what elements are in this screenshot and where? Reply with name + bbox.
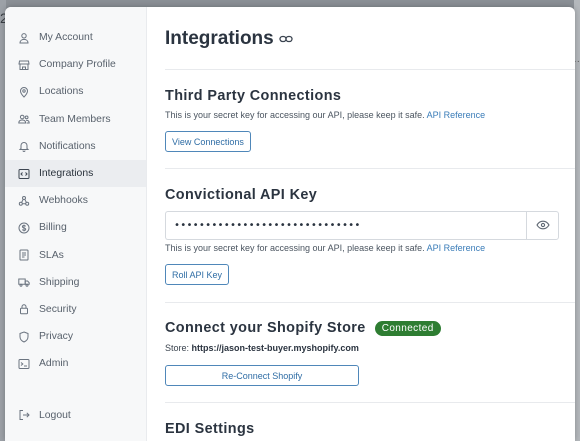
sidebar-item-integrations[interactable]: Integrations	[5, 159, 146, 188]
third-party-help-text: This is your secret key for accessing ou…	[165, 110, 425, 120]
document-icon	[17, 248, 31, 262]
sidebar-item-security[interactable]: Security	[5, 296, 146, 323]
shopify-section: Connect your Shopify Store Connected Sto…	[165, 303, 575, 386]
bell-icon	[17, 139, 31, 153]
reveal-key-button[interactable]	[526, 211, 559, 240]
view-connections-button[interactable]: View Connections	[165, 131, 251, 152]
sidebar-item-company-profile[interactable]: Company Profile	[5, 51, 146, 78]
logout-label: Logout	[39, 409, 71, 421]
edi-title: EDI Settings	[165, 421, 255, 437]
sidebar-item-label: Admin	[39, 358, 69, 370]
sidebar-item-locations[interactable]: Locations	[5, 78, 146, 105]
sidebar-item-label: My Account	[39, 32, 93, 44]
sidebar-item-label: Team Members	[39, 113, 111, 125]
sidebar-item-my-account[interactable]: My Account	[5, 24, 146, 51]
sidebar-item-privacy[interactable]: Privacy	[5, 323, 146, 350]
code-icon	[17, 167, 31, 181]
sidebar-item-admin[interactable]: Admin	[5, 350, 146, 377]
sidebar-item-team-members[interactable]: Team Members	[5, 106, 146, 133]
edi-section: EDI Settings	[165, 403, 575, 437]
shield-icon	[17, 330, 31, 344]
link-icon[interactable]	[279, 34, 293, 44]
sidebar-item-label: Webhooks	[39, 195, 88, 207]
store-icon	[17, 58, 31, 72]
api-key-help-text: This is your secret key for accessing ou…	[165, 243, 425, 253]
third-party-title: Third Party Connections	[165, 88, 342, 104]
sidebar-item-shipping[interactable]: Shipping	[5, 269, 146, 296]
sidebar-item-label: Security	[39, 303, 77, 315]
sidebar-item-billing[interactable]: Billing	[5, 214, 146, 241]
terminal-icon	[17, 357, 31, 371]
user-icon	[17, 31, 31, 45]
page-title-text: Integrations	[165, 28, 274, 49]
shopify-title: Connect your Shopify Store Connected	[165, 320, 559, 336]
sidebar-item-label: Notifications	[39, 140, 96, 152]
sidebar-item-label: Shipping	[39, 276, 80, 288]
dollar-icon	[17, 221, 31, 235]
sidebar: My Account Company Profile Locations Tea…	[5, 7, 147, 441]
page-title: Integrations	[165, 27, 575, 51]
sidebar-item-label: SLAs	[39, 249, 64, 261]
lock-icon	[17, 302, 31, 316]
sidebar-item-webhooks[interactable]: Webhooks	[5, 187, 146, 214]
third-party-help: This is your secret key for accessing ou…	[165, 110, 559, 120]
third-party-section: Third Party Connections This is your sec…	[165, 70, 575, 152]
shopify-title-text: Connect your Shopify Store	[165, 320, 366, 336]
store-line: Store: https://jason-test-buyer.myshopif…	[165, 343, 559, 353]
location-pin-icon	[17, 85, 31, 99]
roll-api-key-button[interactable]: Roll API Key	[165, 264, 230, 285]
store-url: https://jason-test-buyer.myshopify.com	[191, 343, 359, 353]
reconnect-shopify-button[interactable]: Re-Connect Shopify	[165, 365, 359, 386]
sidebar-item-label: Integrations	[39, 168, 94, 180]
api-reference-link[interactable]: API Reference	[427, 110, 486, 120]
store-label: Store:	[165, 343, 190, 353]
status-badge: Connected	[374, 320, 441, 336]
sidebar-item-label: Billing	[39, 222, 67, 234]
sidebar-item-label: Locations	[39, 86, 84, 98]
sidebar-item-label: Company Profile	[39, 59, 116, 71]
logout-button[interactable]: Logout	[5, 402, 146, 429]
settings-modal: My Account Company Profile Locations Tea…	[5, 7, 575, 441]
eye-icon	[535, 217, 550, 235]
sidebar-item-label: Privacy	[39, 331, 74, 343]
truck-icon	[17, 275, 31, 289]
logout-icon	[17, 408, 31, 422]
main-content: Integrations Third Party Connections Thi…	[147, 7, 575, 441]
api-reference-link[interactable]: API Reference	[427, 243, 486, 253]
api-key-input[interactable]: ••••••••••••••••••••••••••••••	[165, 211, 526, 240]
webhook-icon	[17, 194, 31, 208]
api-key-help: This is your secret key for accessing ou…	[165, 243, 559, 253]
sidebar-item-notifications[interactable]: Notifications	[5, 133, 146, 160]
api-key-section: Convictional API Key •••••••••••••••••••…	[165, 169, 575, 285]
team-icon	[17, 112, 31, 126]
api-key-title: Convictional API Key	[165, 187, 318, 203]
api-key-field: ••••••••••••••••••••••••••••••	[165, 211, 559, 240]
sidebar-item-slas[interactable]: SLAs	[5, 242, 146, 269]
